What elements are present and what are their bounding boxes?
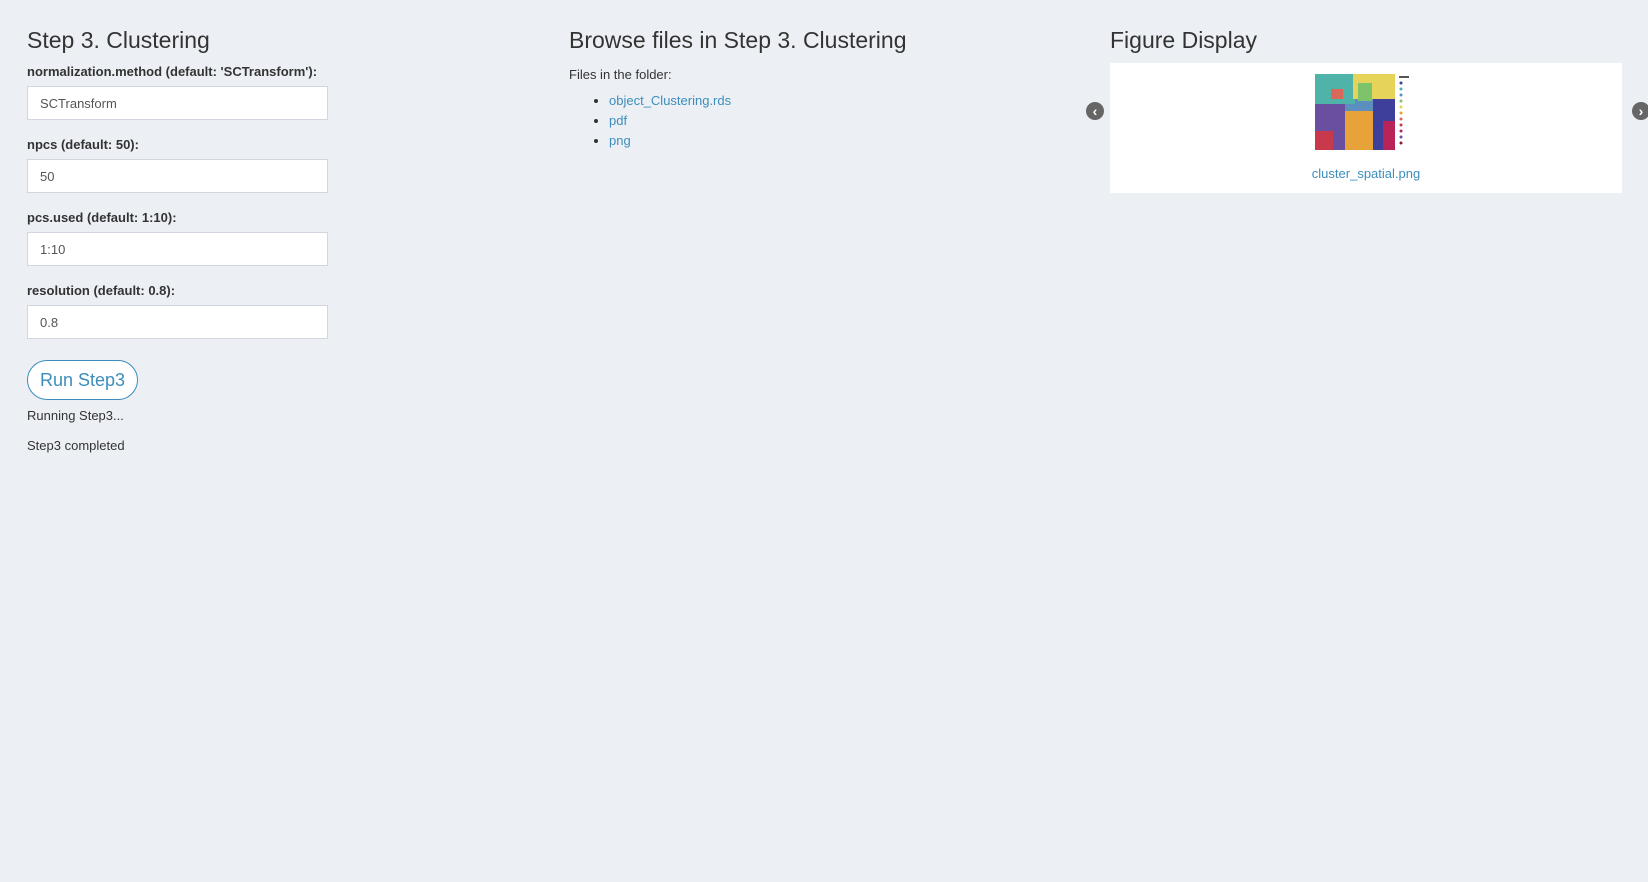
npcs-field: npcs (default: 50): — [27, 137, 328, 193]
list-item: pdf — [609, 111, 1069, 131]
step3-panel: Step 3. Clustering normalization.method … — [27, 0, 357, 453]
pcs-used-input[interactable] — [27, 232, 328, 266]
file-link-pdf[interactable]: pdf — [609, 113, 627, 128]
list-item: png — [609, 131, 1069, 151]
file-browser-panel: Browse files in Step 3. Clustering Files… — [569, 0, 1069, 151]
cluster-spatial-thumbnail[interactable] — [1313, 71, 1415, 153]
figure-filename-link[interactable]: cluster_spatial.png — [1110, 166, 1622, 181]
run-step3-button[interactable]: Run Step3 — [27, 360, 139, 400]
prev-arrow-icon[interactable]: ‹ — [1086, 102, 1104, 120]
file-link-png[interactable]: png — [609, 133, 631, 148]
resolution-input[interactable] — [27, 305, 328, 339]
list-item: object_Clustering.rds — [609, 91, 1069, 111]
status-completed: Step3 completed — [27, 438, 125, 453]
file-browser-title: Browse files in Step 3. Clustering — [569, 27, 907, 53]
pcs-used-field: pcs.used (default: 1:10): — [27, 210, 328, 266]
normalization-method-label: normalization.method (default: 'SCTransf… — [27, 64, 318, 79]
files-caption: Files in the folder: — [569, 67, 672, 82]
normalization-method-input[interactable] — [27, 86, 328, 120]
figure-carousel: cluster_spatial.png — [1110, 63, 1622, 193]
pcs-used-label: pcs.used (default: 1:10): — [27, 210, 177, 225]
file-list: object_Clustering.rds pdf png — [569, 91, 1069, 151]
normalization-method-field: normalization.method (default: 'SCTransf… — [27, 64, 328, 120]
next-arrow-icon[interactable]: › — [1632, 102, 1648, 120]
status-running: Running Step3... — [27, 408, 124, 423]
npcs-label: npcs (default: 50): — [27, 137, 139, 152]
file-link-object-clustering-rds[interactable]: object_Clustering.rds — [609, 93, 731, 108]
step3-title: Step 3. Clustering — [27, 27, 210, 53]
figure-display-panel: Figure Display ‹ cluster_spatial.png › — [1086, 0, 1648, 193]
figure-display-title: Figure Display — [1110, 27, 1257, 53]
resolution-field: resolution (default: 0.8): — [27, 283, 328, 339]
npcs-input[interactable] — [27, 159, 328, 193]
resolution-label: resolution (default: 0.8): — [27, 283, 176, 298]
